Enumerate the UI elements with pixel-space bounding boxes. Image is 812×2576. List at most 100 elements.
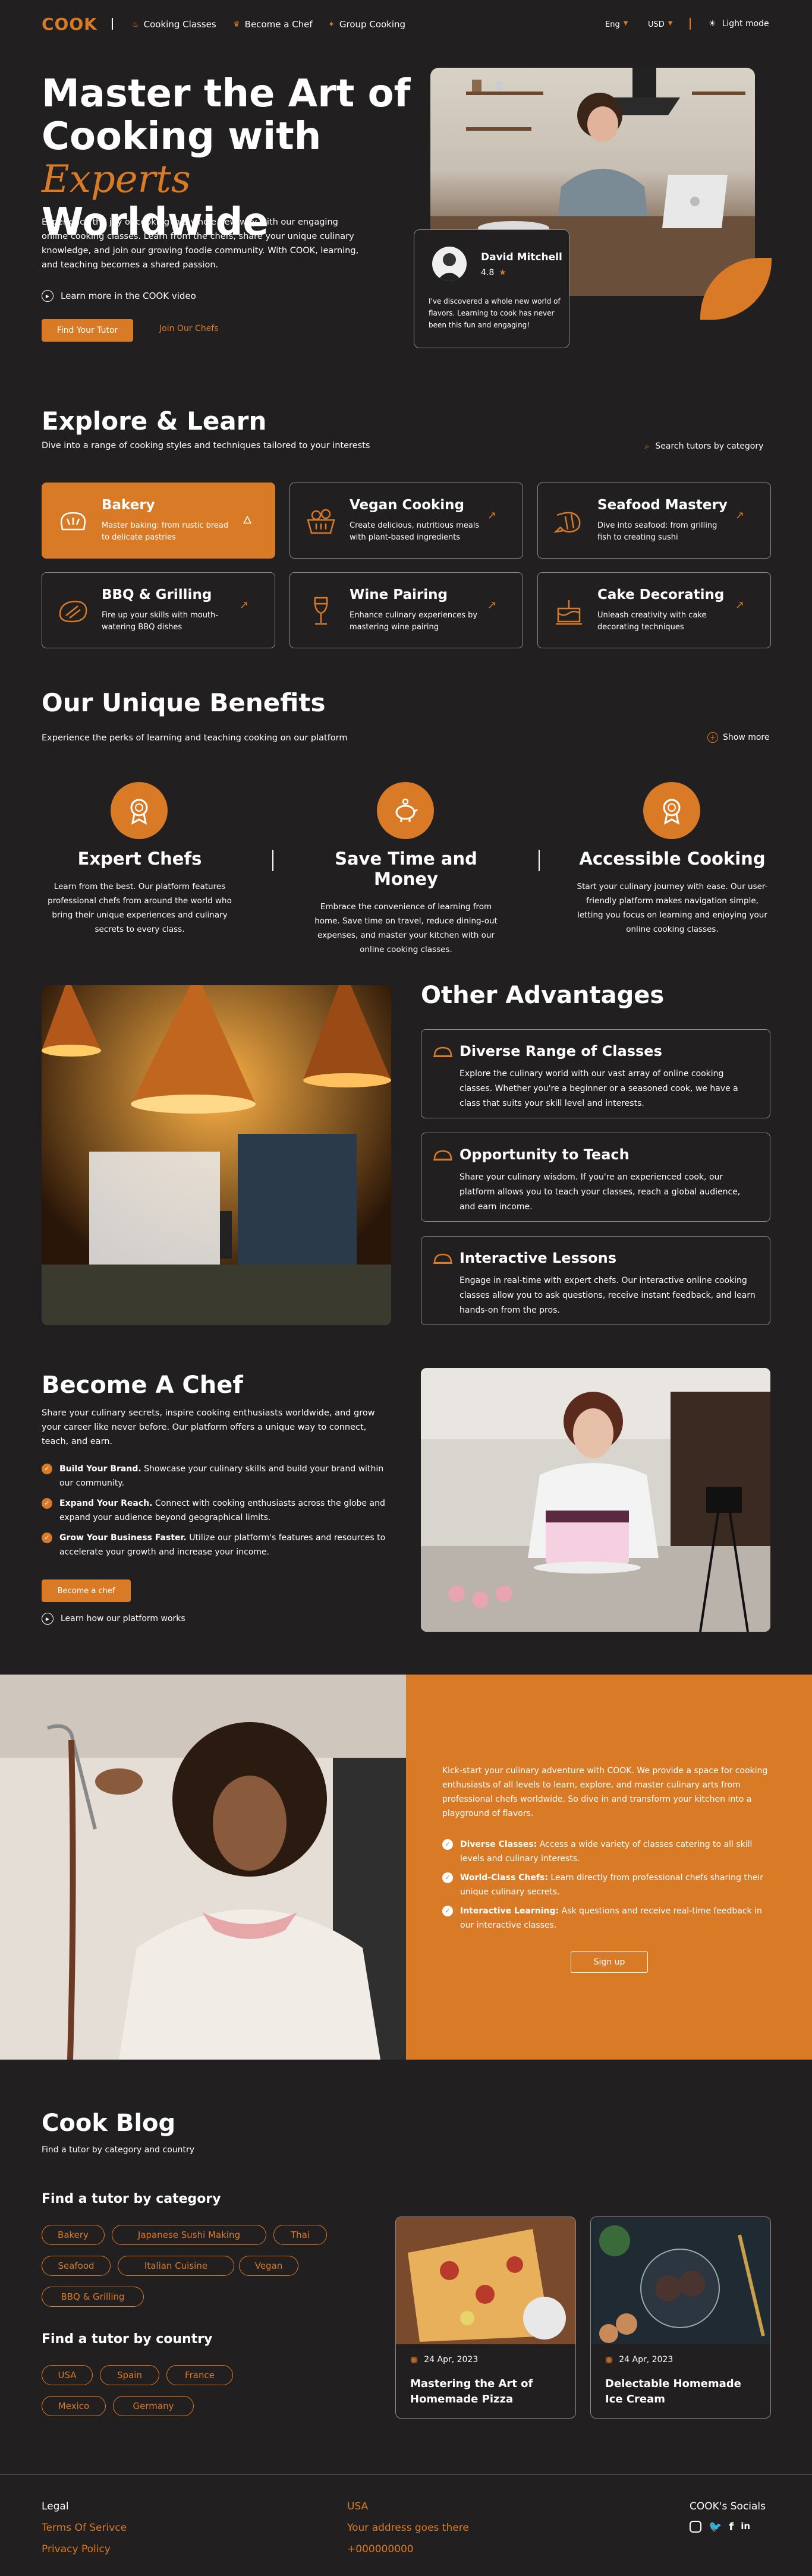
category-card-cake[interactable]: Cake Decorating Unleash creativity with … bbox=[537, 572, 771, 648]
check-icon: ✓ bbox=[442, 1906, 453, 1916]
check-icon: ✓ bbox=[442, 1872, 453, 1883]
advantage-interactive: Interactive Lessons Engage in real-time … bbox=[421, 1236, 770, 1325]
benefit-accessible: Accessible Cooking Start your culinary j… bbox=[577, 849, 768, 934]
flame-icon: 🜂 bbox=[243, 514, 252, 526]
avatar bbox=[432, 247, 467, 281]
signup-bullet: ✓ World-Class Chefs: Learn directly from … bbox=[442, 1871, 775, 1899]
chevron-down-icon: ▼ bbox=[668, 20, 673, 27]
sun-icon: ☀ bbox=[709, 19, 716, 29]
blog-card[interactable]: ▦ 24 Apr, 2023 Delectable Homemade Ice Cr… bbox=[590, 2216, 771, 2419]
become-bullet: ✓ Expand Your Reach. Connect with cooking… bbox=[42, 1496, 392, 1525]
blog-title: Cook Blog bbox=[42, 2110, 176, 2137]
find-tutor-button[interactable]: Find Your Tutor bbox=[42, 319, 133, 342]
category-tag[interactable]: Bakery bbox=[42, 2225, 105, 2245]
chocolate-whisk-image bbox=[0, 1675, 406, 2060]
join-chefs-button[interactable]: Join Our Chefs bbox=[159, 324, 219, 333]
pizza-image bbox=[396, 2217, 575, 2344]
play-icon: ▶ bbox=[42, 1613, 53, 1625]
country-tag[interactable]: Mexico bbox=[42, 2396, 106, 2416]
bread-icon bbox=[60, 512, 86, 531]
category-tag[interactable]: BBQ & Grilling bbox=[42, 2287, 144, 2307]
show-more-link[interactable]: + Show more bbox=[707, 732, 770, 743]
country-tag[interactable]: Spain bbox=[100, 2365, 159, 2385]
cloche-icon bbox=[433, 1046, 452, 1057]
country-tag[interactable]: Germany bbox=[113, 2396, 194, 2416]
shrimp-icon bbox=[553, 512, 581, 533]
calendar-icon: ▦ bbox=[605, 2355, 613, 2364]
play-icon: ▶ bbox=[42, 290, 53, 302]
footer-address: Your address goes there bbox=[347, 2522, 469, 2534]
currency-select[interactable]: USD ▼ bbox=[648, 20, 672, 29]
social-icons: 🐦 f in bbox=[690, 2521, 750, 2533]
category-tag[interactable]: Italian Cuisine bbox=[118, 2256, 234, 2276]
category-tag[interactable]: Thai bbox=[273, 2225, 327, 2245]
signup-description: Kick-start your culinary adventure with … bbox=[442, 1766, 768, 1818]
group-icon: ✦ bbox=[328, 20, 335, 29]
category-filter-title: Find a tutor by category bbox=[42, 2192, 221, 2206]
category-tag[interactable]: Japanese Sushi Making bbox=[112, 2225, 266, 2245]
category-card-seafood[interactable]: Seafood Mastery Dive into seafood: from … bbox=[537, 483, 771, 559]
category-card-bbq[interactable]: BBQ & Grilling Fire up your skills with … bbox=[42, 572, 275, 648]
facebook-icon[interactable]: f bbox=[729, 2521, 734, 2533]
benefit-divider bbox=[539, 850, 540, 871]
linkedin-icon[interactable]: in bbox=[741, 2521, 750, 2533]
privacy-link[interactable]: Privacy Policy bbox=[42, 2543, 111, 2555]
search-tutors-link[interactable]: ⌕ Search tutors by category bbox=[644, 441, 763, 452]
video-link[interactable]: ▶ Learn more in the COOK video bbox=[42, 290, 196, 302]
benefits-subtitle: Experience the perks of learning and tea… bbox=[42, 733, 348, 743]
instagram-icon[interactable] bbox=[690, 2521, 701, 2533]
country-filter-title: Find a tutor by country bbox=[42, 2332, 213, 2347]
advantages-title: Other Advantages bbox=[421, 982, 665, 1009]
nav-become-chef[interactable]: ♛ Become a Chef bbox=[233, 19, 313, 30]
rating: 4.8 ★ bbox=[481, 268, 506, 278]
pot-icon: ♨ bbox=[132, 20, 139, 29]
benefit-expert-chefs: Expert Chefs Learn from the best. Our pl… bbox=[48, 849, 232, 934]
signup-button[interactable]: Sign up bbox=[571, 1951, 648, 1973]
become-bullet: ✓ Build Your Brand. Showcase your culinar… bbox=[42, 1462, 392, 1490]
arrow-up-right-icon: ↗ bbox=[239, 599, 248, 611]
steak-icon bbox=[59, 600, 87, 623]
nav-group-cooking[interactable]: ✦ Group Cooking bbox=[328, 19, 405, 30]
blog-card[interactable]: ▦ 24 Apr, 2023 Mastering the Art of Homem… bbox=[395, 2216, 576, 2419]
post-title: Delectable Homemade Ice Cream bbox=[605, 2378, 741, 2405]
category-card-wine[interactable]: Wine Pairing Enhance culinary experience… bbox=[289, 572, 523, 648]
category-card-vegan[interactable]: Vegan Cooking Create delicious, nutritio… bbox=[289, 483, 523, 559]
footer-legal-heading: Legal bbox=[42, 2501, 69, 2512]
post-date: ▦ 24 Apr, 2023 bbox=[605, 2355, 673, 2364]
benefit-divider bbox=[272, 850, 273, 871]
chevron-down-icon: ▼ bbox=[623, 20, 628, 27]
footer-divider bbox=[0, 2474, 812, 2475]
platform-works-link[interactable]: ▶ Learn how our platform works bbox=[42, 1613, 185, 1625]
logo[interactable]: COOK bbox=[42, 14, 97, 34]
category-card-bakery[interactable]: Bakery Master baking: from rustic bread … bbox=[42, 483, 275, 559]
signup-panel bbox=[406, 1675, 812, 2060]
chef-hat-icon: ♛ bbox=[233, 20, 240, 29]
check-icon: ✓ bbox=[42, 1464, 52, 1474]
reviewer-name: David Mitchell bbox=[481, 251, 562, 263]
plus-circle-icon: + bbox=[707, 732, 718, 743]
become-chef-button[interactable]: Become a chef bbox=[42, 1579, 131, 1602]
category-tag[interactable]: Vegan bbox=[239, 2256, 298, 2276]
ice-cream-image bbox=[591, 2217, 770, 2344]
review-text: I've discovered a whole new world of fla… bbox=[429, 297, 561, 329]
language-select[interactable]: Eng ▼ bbox=[605, 20, 628, 29]
terms-link[interactable]: Terms Of Serivce bbox=[42, 2522, 127, 2534]
twitter-icon[interactable]: 🐦 bbox=[709, 2521, 722, 2533]
header-divider bbox=[690, 18, 691, 30]
benefits-title: Our Unique Benefits bbox=[42, 688, 326, 717]
country-tag[interactable]: USA bbox=[42, 2365, 93, 2385]
signup-bullet: ✓ Interactive Learning: Ask questions and… bbox=[442, 1904, 775, 1932]
award-icon bbox=[643, 782, 700, 839]
footer-phone[interactable]: +000000000 bbox=[347, 2543, 414, 2555]
country-tag[interactable]: France bbox=[166, 2365, 233, 2385]
light-mode-toggle[interactable]: ☀ Light mode bbox=[709, 19, 769, 29]
kitchen-chef-image bbox=[42, 985, 391, 1325]
nav-cooking-classes[interactable]: ♨ Cooking Classes bbox=[132, 19, 216, 30]
wine-glass-icon bbox=[314, 597, 328, 625]
socials-heading: COOK's Socials bbox=[690, 2501, 766, 2512]
explore-title: Explore & Learn bbox=[42, 406, 267, 436]
category-tag[interactable]: Seafood bbox=[42, 2256, 111, 2276]
award-icon bbox=[111, 782, 168, 839]
signup-bullet: ✓ Diverse Classes: Access a wide variety … bbox=[442, 1837, 775, 1866]
advantage-diverse: Diverse Range of Classes Explore the cul… bbox=[421, 1029, 770, 1118]
